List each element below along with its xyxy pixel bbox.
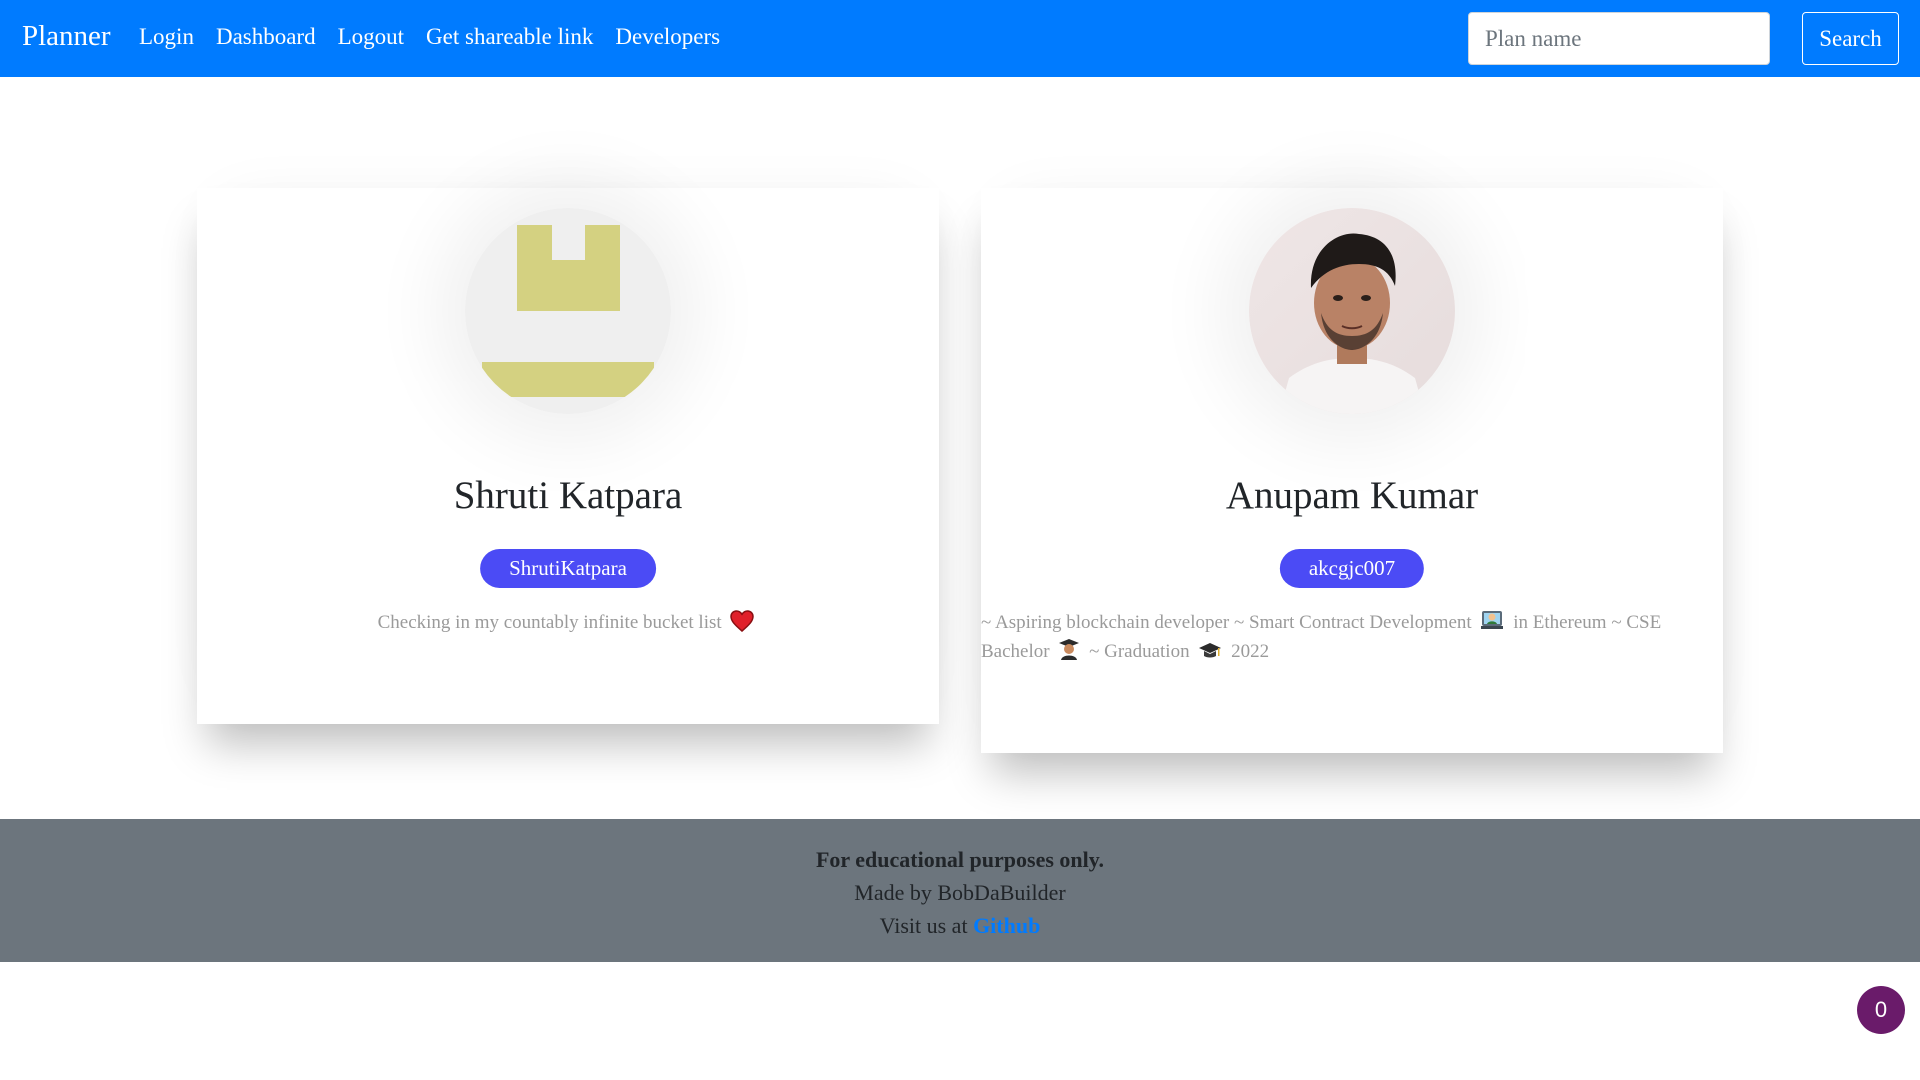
developer-bio: ~ Aspiring blockchain developer ~ Smart … <box>981 608 1723 666</box>
nav-link-dashboard[interactable]: Dashboard <box>216 24 316 50</box>
top-navbar: Planner Login Dashboard Logout Get share… <box>0 0 1920 77</box>
developer-name: Anupam Kumar <box>1225 474 1479 517</box>
brand-logo[interactable]: Planner <box>22 20 111 53</box>
footer-credit: Made by BobDaBuilder <box>854 880 1066 905</box>
bio-text: ~ Graduation <box>1089 641 1190 662</box>
bio-text: Checking in my countably infinite bucket… <box>377 612 722 633</box>
profile-photo <box>1249 208 1455 414</box>
nav-link-developers[interactable]: Developers <box>615 24 720 50</box>
nav-links: Login Dashboard Logout Get shareable lin… <box>139 24 742 50</box>
username-badge[interactable]: akcgjc007 <box>1279 549 1425 588</box>
footer-visit-prefix: Visit us at <box>879 913 968 938</box>
username-badge[interactable]: ShrutiKatpara <box>480 549 656 588</box>
nav-link-login[interactable]: Login <box>139 24 194 50</box>
bio-text: 2022 <box>1231 641 1270 662</box>
footer-visit: Visit us at Github <box>0 909 1920 942</box>
avatar <box>465 208 671 414</box>
identicon-avatar-icon <box>465 208 671 414</box>
nav-link-shareable-link[interactable]: Get shareable link <box>426 24 593 50</box>
bio-text: ~ Aspiring blockchain developer ~ Smart … <box>981 612 1472 633</box>
page-footer: For educational purposes only. Made by B… <box>0 819 1920 962</box>
developer-card-anupam: Anupam Kumar akcgjc007 ~ Aspiring blockc… <box>981 188 1723 753</box>
developer-bio: Checking in my countably infinite bucket… <box>197 608 939 637</box>
red-heart-icon <box>730 610 755 632</box>
plan-search-input[interactable] <box>1468 12 1770 65</box>
graduation-cap-icon <box>1199 643 1222 658</box>
github-link[interactable]: Github <box>973 913 1040 938</box>
student-icon <box>1059 639 1080 660</box>
avatar <box>1249 208 1455 414</box>
technologist-icon <box>1481 611 1504 629</box>
developer-name: Shruti Katpara <box>453 474 683 517</box>
footer-disclaimer: For educational purposes only. <box>815 847 1105 872</box>
search-button[interactable]: Search <box>1802 12 1899 65</box>
floating-counter-button[interactable]: 0 <box>1857 986 1905 1034</box>
nav-link-logout[interactable]: Logout <box>338 24 404 50</box>
developer-card-shruti: Shruti Katpara ShrutiKatpara Checking in… <box>197 188 939 724</box>
